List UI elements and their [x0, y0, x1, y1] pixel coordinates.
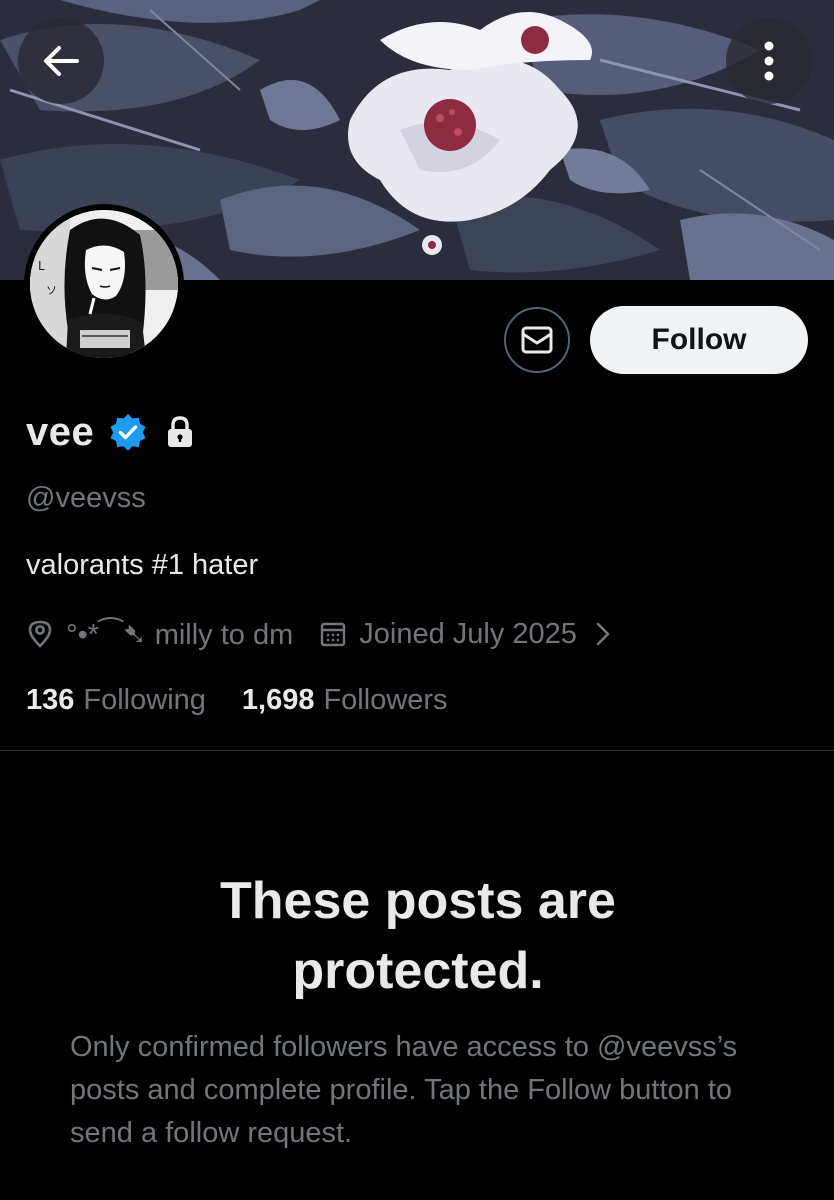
avatar[interactable]: L ソ: [24, 204, 184, 364]
profile-meta-row: °•*⁀➷ milly to dm Joined July 2025: [26, 614, 611, 654]
display-name: vee: [26, 409, 95, 454]
following-count: 136: [26, 684, 75, 716]
divider: [0, 750, 834, 751]
following-link[interactable]: 136 Following: [26, 684, 206, 717]
envelope-icon: [520, 323, 554, 357]
followers-link[interactable]: 1,698 Followers: [242, 684, 448, 717]
location-pin-icon: [26, 619, 54, 649]
svg-text:ソ: ソ: [46, 284, 57, 297]
protected-posts-title: These posts are protected.: [220, 872, 616, 1000]
followers-label: Followers: [323, 684, 448, 716]
profile-stats-row: 136 Following 1,698 Followers: [26, 684, 448, 717]
calendar-icon: [319, 620, 347, 648]
profile-handle: @veevss: [26, 482, 146, 514]
more-options-button[interactable]: [726, 18, 812, 104]
follow-button[interactable]: Follow: [590, 306, 808, 374]
profile-joined-date: Joined July 2025: [359, 617, 577, 650]
back-button[interactable]: [18, 18, 104, 104]
avatar-image: L ソ: [30, 210, 178, 358]
svg-text:L: L: [38, 259, 45, 273]
verified-badge-icon[interactable]: [108, 412, 148, 452]
protected-posts-message: Only confirmed followers have access to …: [70, 1031, 738, 1149]
display-name-row: vee: [26, 404, 196, 460]
following-label: Following: [83, 684, 206, 716]
arrow-left-icon: [39, 39, 83, 83]
profile-bio: valorants #1 hater: [26, 549, 259, 581]
more-vertical-icon: [762, 39, 776, 83]
chevron-right-icon[interactable]: [595, 621, 611, 647]
followers-count: 1,698: [241, 684, 315, 716]
message-button[interactable]: [504, 307, 570, 373]
profile-location: °•*⁀➷ milly to dm: [66, 618, 294, 651]
lock-icon: [164, 415, 196, 449]
